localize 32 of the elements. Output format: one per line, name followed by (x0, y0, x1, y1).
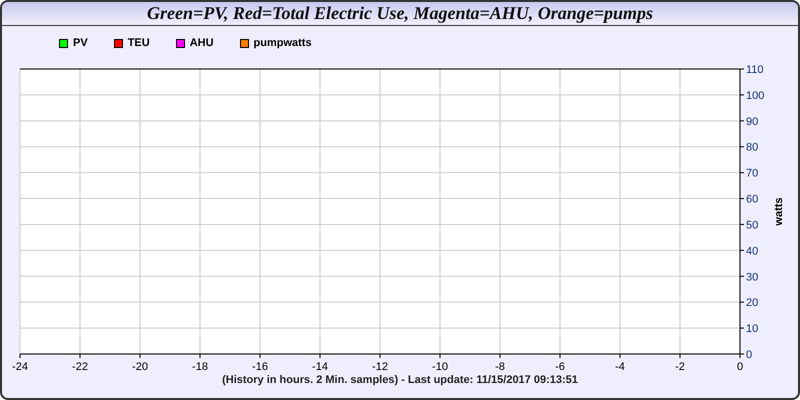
y-tick-label: 70 (746, 168, 758, 180)
x-tick-label: 0 (736, 361, 744, 373)
y-tick-label: 80 (746, 142, 758, 154)
x-tick-label: -2 (675, 361, 685, 373)
legend-label: AHU (190, 36, 214, 52)
y-axis-label: watts (773, 197, 785, 226)
y-tick-label: 110 (746, 64, 764, 76)
x-tick-label: -22 (72, 361, 88, 373)
x-tick-label: -16 (252, 361, 268, 373)
y-tick-label: 30 (746, 271, 758, 284)
chart-footer: (History in hours. 2 Min. samples) - Last update: 11/15/2017 09:13:51 (2, 373, 798, 387)
legend-label: TEU (128, 36, 150, 52)
window-title: Green=PV, Red=Total Electric Use, Magenta=AHU, Orange=pumps (2, 2, 798, 26)
y-tick-label: 40 (746, 245, 758, 258)
x-tick-label: -10 (432, 361, 448, 373)
x-tick-label: -18 (192, 361, 208, 373)
x-tick-label: -6 (555, 361, 565, 373)
x-tick-label: -4 (615, 361, 625, 373)
x-tick-label: -20 (132, 361, 148, 373)
y-tick-label: 10 (746, 323, 758, 336)
y-tick-label: 60 (746, 194, 758, 206)
legend-label: pumpwatts (254, 36, 312, 52)
y-tick-label: 50 (746, 219, 758, 232)
y-tick-label: 20 (746, 297, 758, 310)
x-tick-label: -8 (495, 361, 505, 373)
x-tick-label: -14 (312, 361, 328, 373)
y-tick-label: 100 (746, 90, 764, 102)
legend-label: PV (73, 36, 88, 52)
x-tick-label: -12 (372, 361, 388, 373)
x-tick-label: -24 (12, 361, 28, 373)
y-tick-label: 90 (746, 116, 758, 128)
y-tick-label: 0 (746, 349, 752, 361)
